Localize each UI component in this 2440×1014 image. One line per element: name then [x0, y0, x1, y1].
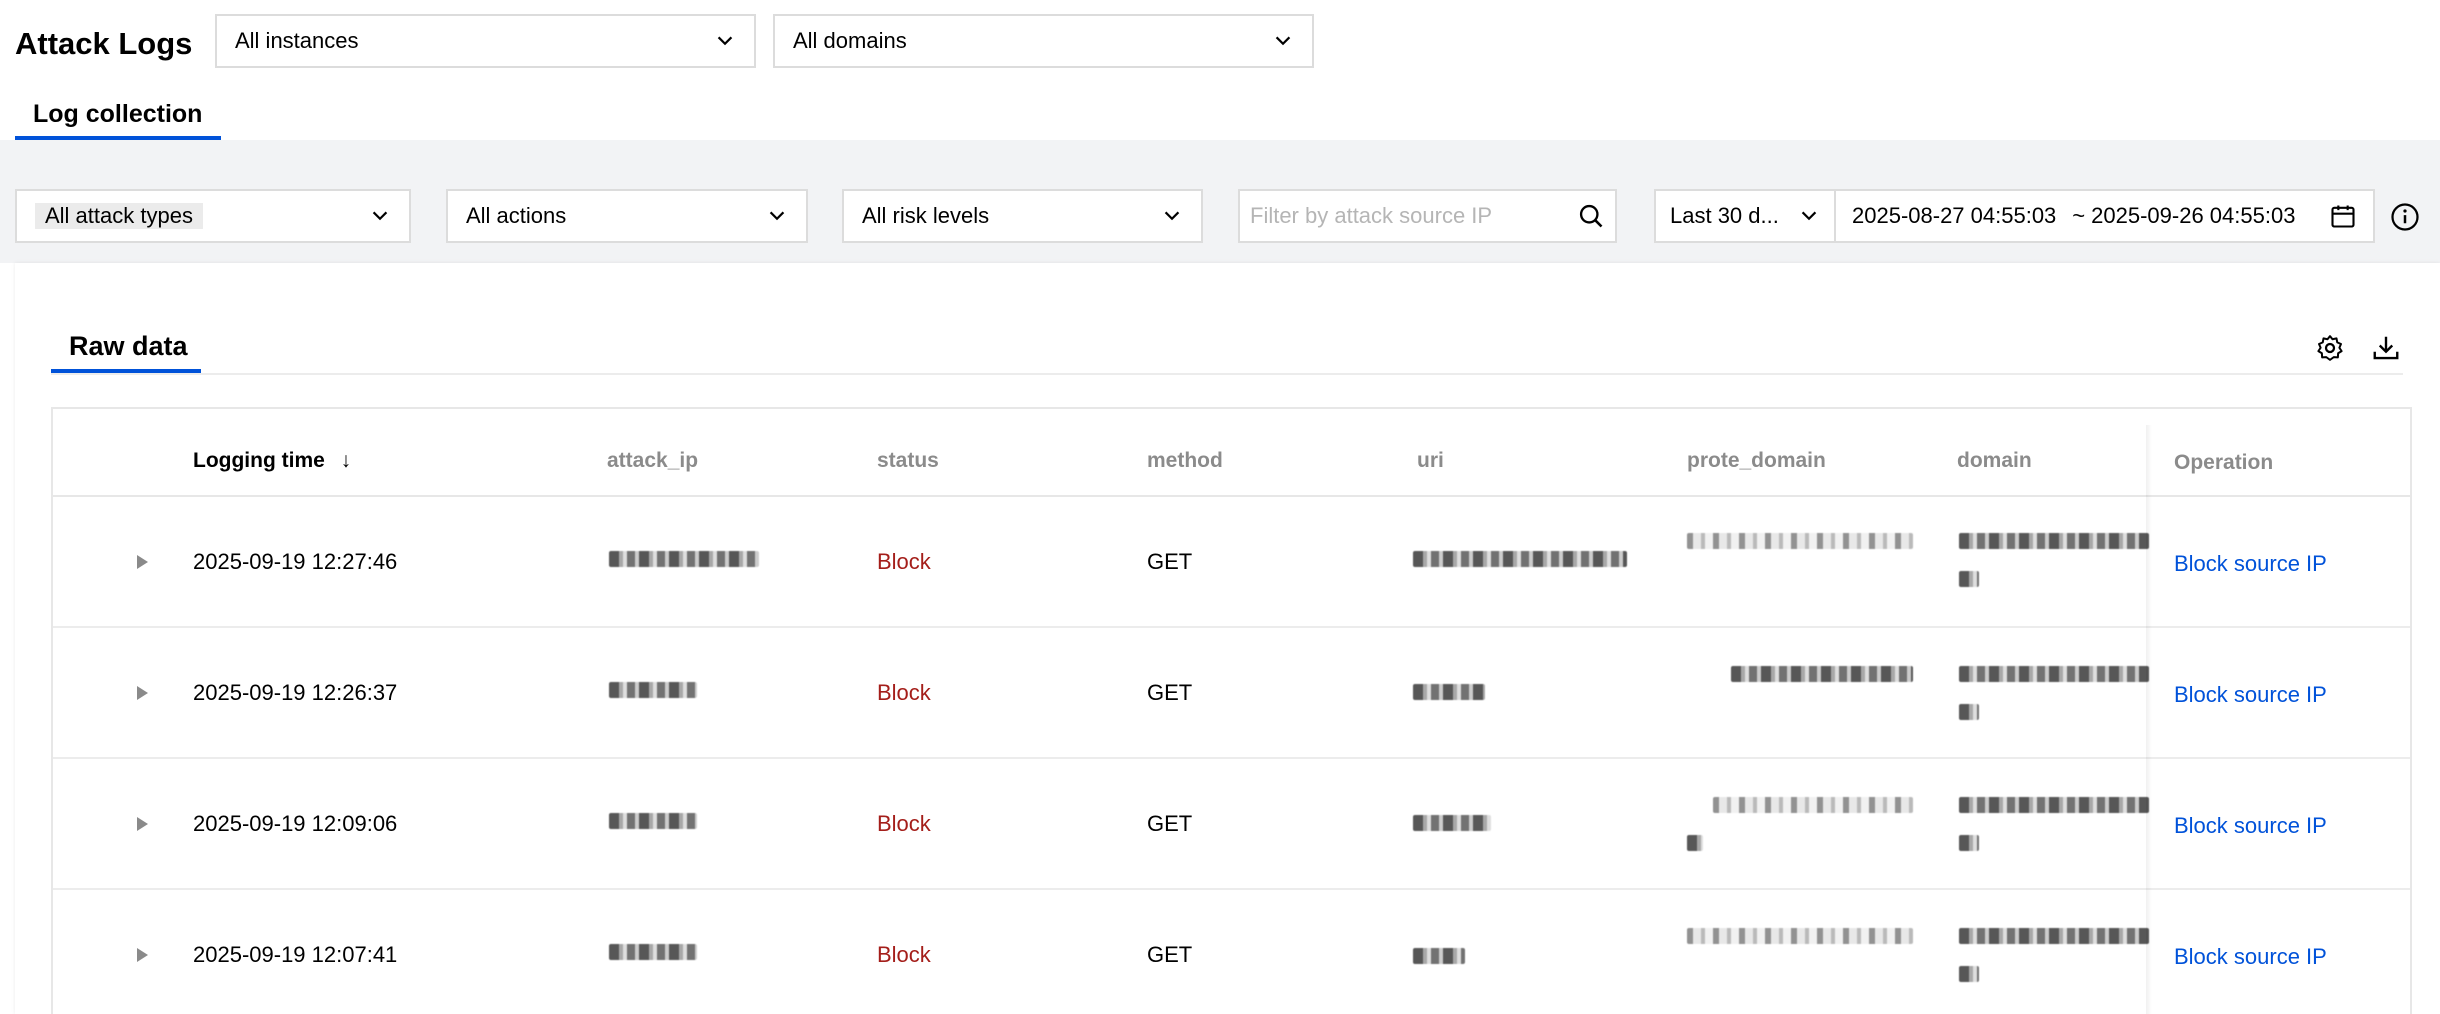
- search-icon[interactable]: [1577, 202, 1605, 230]
- row-logging-time: 2025-09-19 12:26:37: [193, 680, 398, 705]
- chevron-down-icon: [1801, 211, 1817, 221]
- gear-icon[interactable]: [2315, 333, 2345, 363]
- tab-raw-data[interactable]: Raw data: [51, 329, 201, 373]
- redacted-domain-line2: [1959, 571, 1979, 587]
- attack-type-select[interactable]: All attack types: [15, 189, 411, 243]
- row-status: Block: [877, 811, 931, 836]
- redacted-prote-domain: [1731, 666, 1913, 682]
- redacted-domain: [1959, 666, 2149, 682]
- row-logging-time: 2025-09-19 12:09:06: [193, 811, 398, 836]
- redacted-prote-domain: [1713, 797, 1913, 813]
- redacted-prote-domain: [1687, 533, 1913, 549]
- table-row: 2025-09-19 12:26:37 Block GET Block sour…: [53, 628, 2410, 759]
- block-source-ip-link[interactable]: Block source IP: [2174, 551, 2327, 577]
- column-uri: uri: [1417, 449, 1444, 472]
- column-method: method: [1147, 449, 1223, 472]
- redacted-uri: [1413, 815, 1491, 831]
- column-status: status: [877, 449, 939, 472]
- redacted-domain: [1959, 797, 2149, 813]
- block-source-ip-link[interactable]: Block source IP: [2174, 813, 2327, 839]
- attack-ip-search[interactable]: [1238, 189, 1617, 243]
- column-attack-ip: attack_ip: [607, 449, 699, 472]
- redacted-prote-domain-line2: [1687, 835, 1703, 851]
- redacted-domain-line2: [1959, 835, 1979, 851]
- chevron-down-icon: [1275, 36, 1291, 46]
- column-prote-domain: prote_domain: [1687, 449, 1826, 472]
- redacted-uri: [1413, 551, 1627, 567]
- chevron-down-icon: [769, 211, 785, 221]
- expand-caret-icon[interactable]: [137, 686, 148, 700]
- domain-select[interactable]: All domains: [773, 14, 1314, 68]
- table-row: 2025-09-19 12:09:06 Block GET Block sour…: [53, 759, 2410, 890]
- row-logging-time: 2025-09-19 12:07:41: [193, 942, 398, 967]
- expand-caret-icon[interactable]: [137, 555, 148, 569]
- filter-bar: All attack types All actions All risk le…: [0, 140, 2440, 263]
- time-range-label: Last 30 d...: [1670, 203, 1779, 228]
- redacted-attack-ip: [609, 944, 697, 960]
- date-separator: ~: [2072, 203, 2086, 228]
- attack-ip-search-input[interactable]: [1250, 203, 1577, 229]
- table-row: 2025-09-19 12:27:46 Block GET Block sour…: [53, 497, 2410, 628]
- calendar-icon[interactable]: [2329, 202, 2357, 230]
- download-icon[interactable]: [2371, 333, 2401, 363]
- column-operation: Operation: [2174, 451, 2274, 474]
- redacted-domain-line2: [1959, 704, 1979, 720]
- sort-down-icon[interactable]: ↓: [341, 449, 352, 472]
- instance-select[interactable]: All instances: [215, 14, 756, 68]
- redacted-domain: [1959, 928, 2149, 944]
- redacted-attack-ip: [609, 813, 697, 829]
- risk-level-select-label: All risk levels: [862, 203, 990, 228]
- column-logging-time[interactable]: Logging time ↓: [193, 449, 351, 473]
- row-method: GET: [1147, 680, 1193, 705]
- row-status: Block: [877, 549, 931, 574]
- page-title: Attack Logs: [15, 26, 193, 61]
- block-source-ip-link[interactable]: Block source IP: [2174, 682, 2327, 708]
- tab-log-collection[interactable]: Log collection: [15, 96, 221, 140]
- raw-data-panel: Raw data Logging time ↓ attack_ip status…: [15, 263, 2440, 1014]
- time-range-select[interactable]: Last 30 d...: [1654, 189, 1836, 243]
- redacted-attack-ip: [609, 682, 697, 698]
- page-header: Attack Logs All instances All domains Lo…: [0, 0, 2440, 140]
- row-method: GET: [1147, 942, 1193, 967]
- redacted-uri: [1413, 684, 1485, 700]
- table-header: Logging time ↓ attack_ip status method u…: [53, 409, 2410, 497]
- redacted-attack-ip: [609, 551, 759, 567]
- info-icon[interactable]: [2390, 202, 2420, 232]
- redacted-prote-domain: [1687, 928, 1913, 944]
- expand-caret-icon[interactable]: [137, 817, 148, 831]
- row-logging-time: 2025-09-19 12:27:46: [193, 549, 398, 574]
- date-end: 2025-09-26 04:55:03: [2091, 203, 2296, 228]
- action-select-label: All actions: [466, 203, 567, 228]
- attack-type-label: All attack types: [35, 203, 203, 229]
- redacted-domain: [1959, 533, 2149, 549]
- domain-select-label: All domains: [793, 28, 907, 53]
- chevron-down-icon: [372, 211, 388, 221]
- block-source-ip-link[interactable]: Block source IP: [2174, 944, 2327, 970]
- redacted-domain-line2: [1959, 966, 1979, 982]
- chevron-down-icon: [717, 36, 733, 46]
- column-domain: domain: [1957, 449, 2032, 472]
- row-method: GET: [1147, 811, 1193, 836]
- row-method: GET: [1147, 549, 1193, 574]
- table-row: 2025-09-19 12:07:41 Block GET Block sour…: [53, 890, 2410, 1014]
- tab-log-collection-label: Log collection: [33, 100, 203, 128]
- attack-log-table: Logging time ↓ attack_ip status method u…: [51, 407, 2412, 1014]
- chevron-down-icon: [1164, 211, 1180, 221]
- row-status: Block: [877, 942, 931, 967]
- date-start: 2025-08-27 04:55:03: [1852, 203, 2057, 228]
- risk-level-select[interactable]: All risk levels: [842, 189, 1203, 243]
- tab-divider: [51, 373, 2403, 375]
- date-range-picker[interactable]: 2025-08-27 04:55:03 ~ 2025-09-26 04:55:0…: [1834, 189, 2375, 243]
- redacted-uri: [1413, 948, 1465, 964]
- expand-caret-icon[interactable]: [137, 948, 148, 962]
- action-select[interactable]: All actions: [446, 189, 808, 243]
- fixed-column-shadow: [2146, 425, 2152, 1014]
- instance-select-label: All instances: [235, 28, 359, 53]
- tab-raw-data-label: Raw data: [69, 331, 188, 361]
- row-status: Block: [877, 680, 931, 705]
